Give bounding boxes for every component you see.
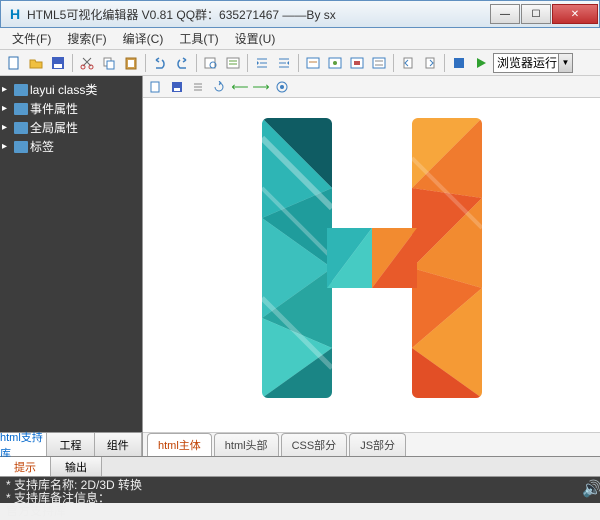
main-toolbar: 浏览器运行 ▼ <box>0 50 600 76</box>
editor-toolbar: ⟵ ⟶ <box>143 76 600 98</box>
right-tab-head[interactable]: html头部 <box>214 433 279 456</box>
indent-left-icon[interactable] <box>252 53 272 73</box>
save-icon[interactable] <box>48 53 68 73</box>
etb-doc-icon[interactable] <box>147 78 165 96</box>
tree-label: 标签 <box>30 138 54 155</box>
right-tab-body[interactable]: html主体 <box>147 433 212 456</box>
menu-tools[interactable]: 工具(T) <box>171 28 226 49</box>
cut-icon[interactable] <box>77 53 97 73</box>
menu-compile[interactable]: 编译(C) <box>115 28 172 49</box>
menu-settings[interactable]: 设置(U) <box>227 28 284 49</box>
bottom-panel: 提示 输出 * 支持库名称: 2D/3D 转换 * 支持库备注信息： 官方支持库… <box>0 456 600 503</box>
maximize-button[interactable]: ☐ <box>521 4 551 24</box>
stop-icon[interactable] <box>449 53 469 73</box>
bottom-tab-output[interactable]: 输出 <box>51 457 102 476</box>
etb-arrow-right-icon[interactable]: ⟶ <box>252 78 270 96</box>
titlebar-text: HTML5可视化编辑器 V0.81 QQ群：635271467 ——By sx <box>27 6 490 23</box>
h-logo-image <box>212 98 532 418</box>
left-panel: ▸ layui class类 ▸ 事件属性 ▸ 全局属性 ▸ 标签 html支持库 工程… <box>0 76 142 456</box>
expand-icon[interactable]: ▸ <box>2 84 12 95</box>
right-tabstrip: html主体 html头部 CSS部分 JS部分 <box>143 432 600 456</box>
menu-file[interactable]: 文件(F) <box>4 28 59 49</box>
open-folder-icon[interactable] <box>26 53 46 73</box>
expand-icon[interactable]: ▸ <box>2 141 12 152</box>
tree-view[interactable]: ▸ layui class类 ▸ 事件属性 ▸ 全局属性 ▸ 标签 <box>0 76 142 432</box>
format-2-icon[interactable] <box>325 53 345 73</box>
folder-icon <box>14 122 28 134</box>
speaker-icon[interactable]: 🔊 <box>580 477 600 520</box>
expand-icon[interactable]: ▸ <box>2 103 12 114</box>
minimize-button[interactable]: — <box>490 4 520 24</box>
right-tab-css[interactable]: CSS部分 <box>281 433 348 456</box>
tree-label: 事件属性 <box>30 100 78 117</box>
bottom-tab-hint[interactable]: 提示 <box>0 457 51 476</box>
prev-marker-icon[interactable] <box>398 53 418 73</box>
folder-icon <box>14 84 28 96</box>
format-3-icon[interactable] <box>347 53 367 73</box>
left-tab-component[interactable]: 组件 <box>95 433 142 456</box>
undo-icon[interactable] <box>150 53 170 73</box>
right-tab-js[interactable]: JS部分 <box>349 433 406 456</box>
tree-item-tags[interactable]: ▸ 标签 <box>2 137 140 156</box>
etb-save-icon[interactable] <box>168 78 186 96</box>
redo-icon[interactable] <box>172 53 192 73</box>
etb-target-icon[interactable] <box>273 78 291 96</box>
left-tabstrip: html支持库 工程 组件 <box>0 432 142 456</box>
console-line: * 支持库备注信息： <box>6 492 574 505</box>
combo-arrow-icon: ▼ <box>558 54 572 72</box>
tree-label: layui class类 <box>30 81 97 98</box>
titlebar: H HTML5可视化编辑器 V0.81 QQ群：635271467 ——By s… <box>0 0 600 28</box>
folder-icon <box>14 103 28 115</box>
expand-icon[interactable]: ▸ <box>2 122 12 133</box>
list-icon[interactable] <box>223 53 243 73</box>
tree-item-layui[interactable]: ▸ layui class类 <box>2 80 140 99</box>
bottom-tabstrip: 提示 输出 <box>0 457 600 477</box>
folder-icon <box>14 141 28 153</box>
find-icon[interactable] <box>201 53 221 73</box>
new-file-icon[interactable] <box>4 53 24 73</box>
etb-refresh-icon[interactable] <box>210 78 228 96</box>
next-marker-icon[interactable] <box>420 53 440 73</box>
run-mode-combo[interactable]: 浏览器运行 ▼ <box>493 53 573 73</box>
run-mode-label: 浏览器运行 <box>497 54 557 71</box>
menubar: 文件(F) 搜索(F) 编译(C) 工具(T) 设置(U) <box>0 28 600 50</box>
etb-arrow-left-icon[interactable]: ⟵ <box>231 78 249 96</box>
indent-right-icon[interactable] <box>274 53 294 73</box>
left-tab-lib[interactable]: html支持库 <box>0 433 47 456</box>
canvas[interactable] <box>143 98 600 432</box>
format-1-icon[interactable] <box>303 53 323 73</box>
console[interactable]: * 支持库名称: 2D/3D 转换 * 支持库备注信息： 官方支持库 <box>0 477 580 520</box>
app-icon: H <box>7 6 23 22</box>
format-4-icon[interactable] <box>369 53 389 73</box>
tree-item-event[interactable]: ▸ 事件属性 <box>2 99 140 118</box>
close-button[interactable]: ✕ <box>552 4 598 24</box>
run-icon[interactable] <box>471 53 491 73</box>
editor-panel: ⟵ ⟶ <box>142 76 600 456</box>
console-line: 官方支持库 <box>6 505 574 518</box>
left-tab-project[interactable]: 工程 <box>47 433 94 456</box>
menu-search[interactable]: 搜索(F) <box>59 28 114 49</box>
etb-list-icon[interactable] <box>189 78 207 96</box>
paste-icon[interactable] <box>121 53 141 73</box>
tree-item-global[interactable]: ▸ 全局属性 <box>2 118 140 137</box>
tree-label: 全局属性 <box>30 119 78 136</box>
copy-icon[interactable] <box>99 53 119 73</box>
